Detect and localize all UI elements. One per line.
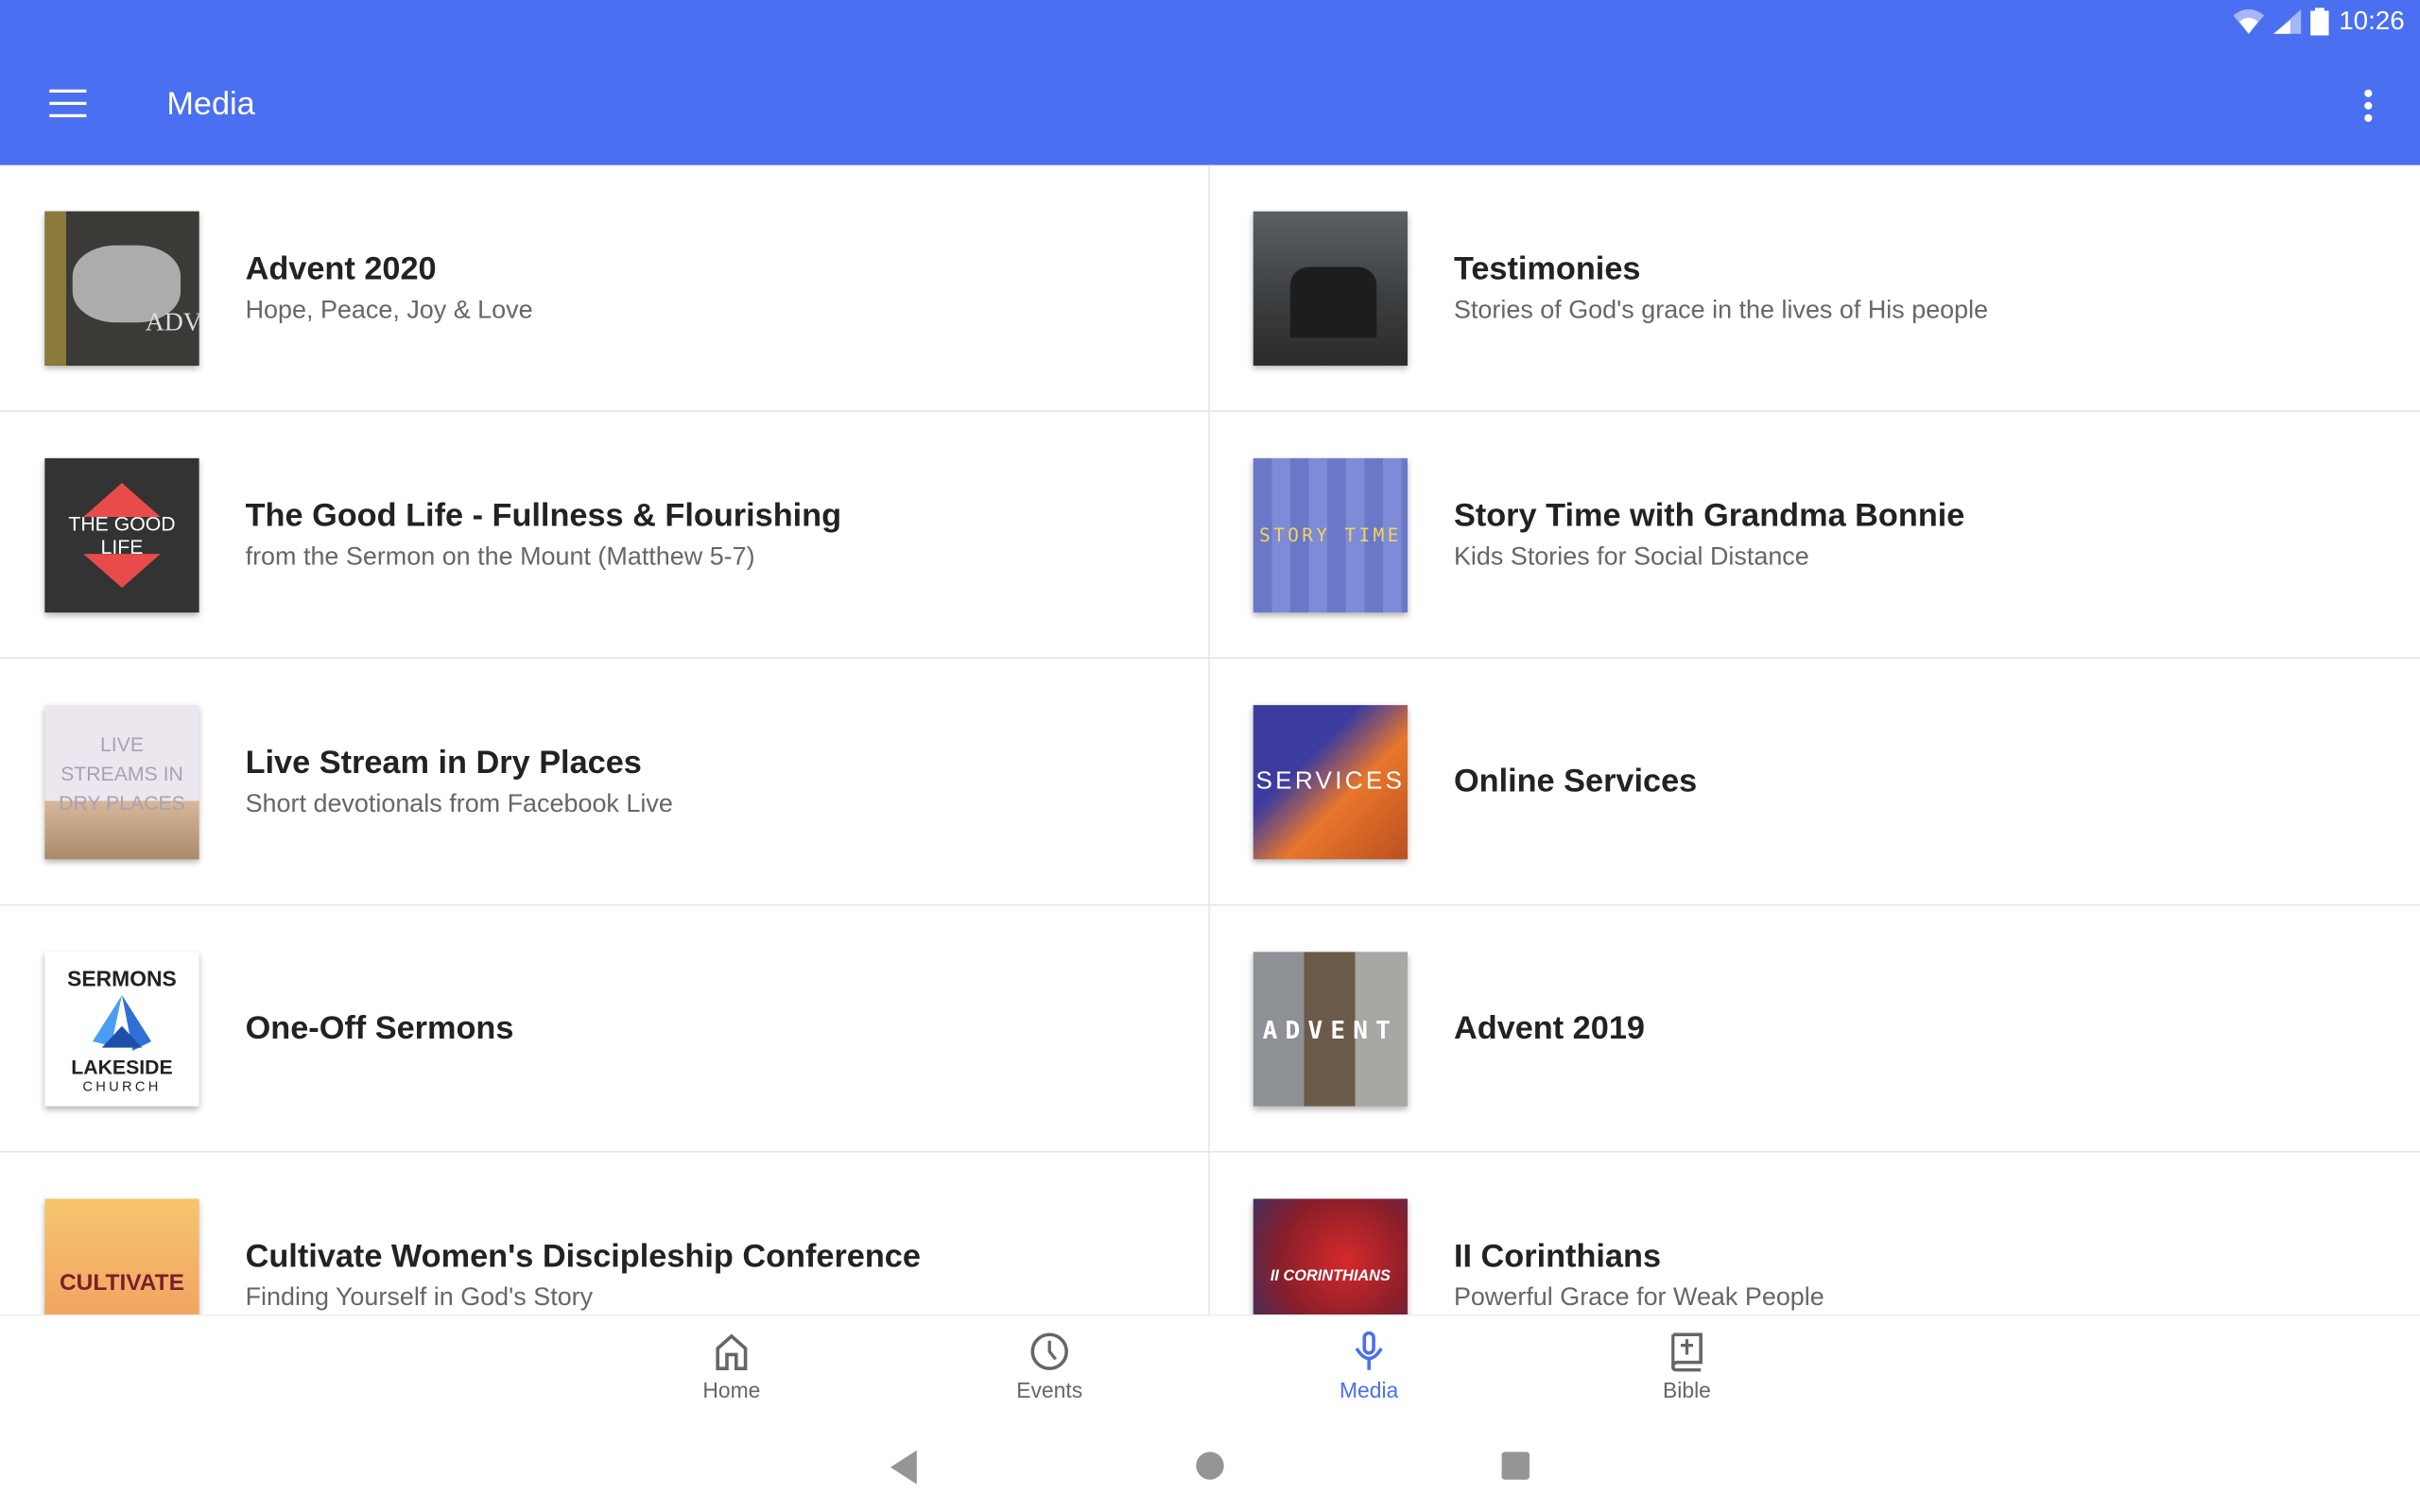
home-circle-icon[interactable]: [1195, 1451, 1226, 1482]
item-subtitle: Hope, Peace, Joy & Love: [245, 295, 533, 324]
back-icon[interactable]: [888, 1450, 919, 1485]
tab-events[interactable]: Events: [957, 1332, 1142, 1402]
media-item-online-services[interactable]: SERVICES Online Services: [1209, 659, 2420, 906]
media-item-live-stream[interactable]: LIVE STREAMS IN DRY PLACES Live Stream i…: [0, 659, 1210, 906]
media-item-cultivate[interactable]: CULTIVATE Cultivate Women's Discipleship…: [0, 1152, 1210, 1315]
thumbnail: STORY TIME: [1253, 457, 1408, 613]
recents-icon[interactable]: [1500, 1451, 1531, 1482]
media-item-one-off-sermons[interactable]: SERMONS LAKESIDE CHURCH One-Off Sermons: [0, 905, 1210, 1153]
more-vert-icon[interactable]: [2364, 89, 2374, 127]
status-bar: 10:26: [2234, 6, 2405, 38]
system-navigation-bar: [0, 1426, 2420, 1512]
cell-signal-icon: [2273, 9, 2303, 34]
media-item-testimonies[interactable]: Testimonies Stories of God's grace in the…: [1209, 165, 2420, 412]
thumbnail: CULTIVATE: [44, 1198, 199, 1315]
thumbnail: LIVE STREAMS IN DRY PLACES: [44, 705, 199, 860]
lakeside-logo-icon: [92, 994, 151, 1051]
thumbnail: SERMONS LAKESIDE CHURCH: [44, 952, 199, 1107]
app-bar: 10:26 Media: [0, 0, 2420, 165]
hamburger-menu-icon[interactable]: [49, 89, 87, 127]
bible-icon: [1670, 1332, 1703, 1372]
item-subtitle: Finding Yourself in God's Story: [245, 1282, 594, 1311]
item-title: The Good Life - Fullness & Flourishing: [245, 497, 842, 534]
tab-media[interactable]: Media: [1276, 1331, 1461, 1402]
item-title: One-Off Sermons: [245, 1009, 514, 1046]
thumbnail: [1253, 211, 1408, 366]
media-item-the-good-life[interactable]: THE GOOD LIFE The Good Life - Fullness &…: [0, 411, 1210, 660]
item-title: II Corinthians: [1453, 1238, 1662, 1274]
item-title: Advent 2020: [245, 250, 437, 286]
media-item-advent-2020[interactable]: ADV Advent 2020 Hope, Peace, Joy & Love: [0, 164, 1210, 412]
item-subtitle: Kids Stories for Social Distance: [1453, 541, 1809, 571]
tab-home[interactable]: Home: [639, 1332, 824, 1402]
item-subtitle: Powerful Grace for Weak People: [1453, 1282, 1824, 1311]
media-item-advent-2019[interactable]: ADVENT Advent 2019: [1209, 905, 2420, 1153]
item-title: Cultivate Women's Discipleship Conferenc…: [245, 1238, 921, 1274]
item-title: Testimonies: [1453, 250, 1641, 286]
thumbnail: II CORINTHIANS: [1253, 1198, 1408, 1315]
battery-icon: [2310, 8, 2330, 36]
item-title: Advent 2019: [1453, 1009, 1645, 1046]
item-subtitle: Stories of God's grace in the lives of H…: [1453, 295, 1989, 324]
media-list: ADV Advent 2020 Hope, Peace, Joy & Love T…: [0, 164, 2420, 1315]
media-item-story-time[interactable]: STORY TIME Story Time with Grandma Bonni…: [1209, 412, 2420, 660]
clock-icon: [1030, 1332, 1068, 1370]
item-subtitle: Short devotionals from Facebook Live: [245, 789, 673, 817]
thumbnail: THE GOOD LIFE: [44, 457, 199, 613]
item-subtitle: from the Sermon on the Mount (Matthew 5-…: [245, 541, 755, 571]
home-icon: [716, 1333, 748, 1370]
thumbnail: SERVICES: [1253, 705, 1408, 860]
item-title: Online Services: [1453, 763, 1698, 799]
thumbnail: ADV: [44, 211, 199, 366]
bottom-navigation: Home Events Media Bible: [0, 1314, 2420, 1428]
media-item-ii-corinthians[interactable]: II CORINTHIANS II Corinthians Powerful Gr…: [1210, 1153, 2420, 1315]
microphone-icon: [1355, 1331, 1383, 1370]
item-title: Story Time with Grandma Bonnie: [1453, 497, 1965, 534]
thumbnail: ADVENT: [1253, 952, 1408, 1107]
page-title: Media: [166, 86, 255, 122]
wifi-icon: [2234, 9, 2265, 34]
tab-bible[interactable]: Bible: [1595, 1332, 1780, 1402]
item-title: Live Stream in Dry Places: [245, 744, 642, 781]
screen: 10:26 Media ADV Advent 2020 Hope, Peace, …: [0, 0, 2420, 1512]
clock-time: 10:26: [2339, 6, 2405, 36]
